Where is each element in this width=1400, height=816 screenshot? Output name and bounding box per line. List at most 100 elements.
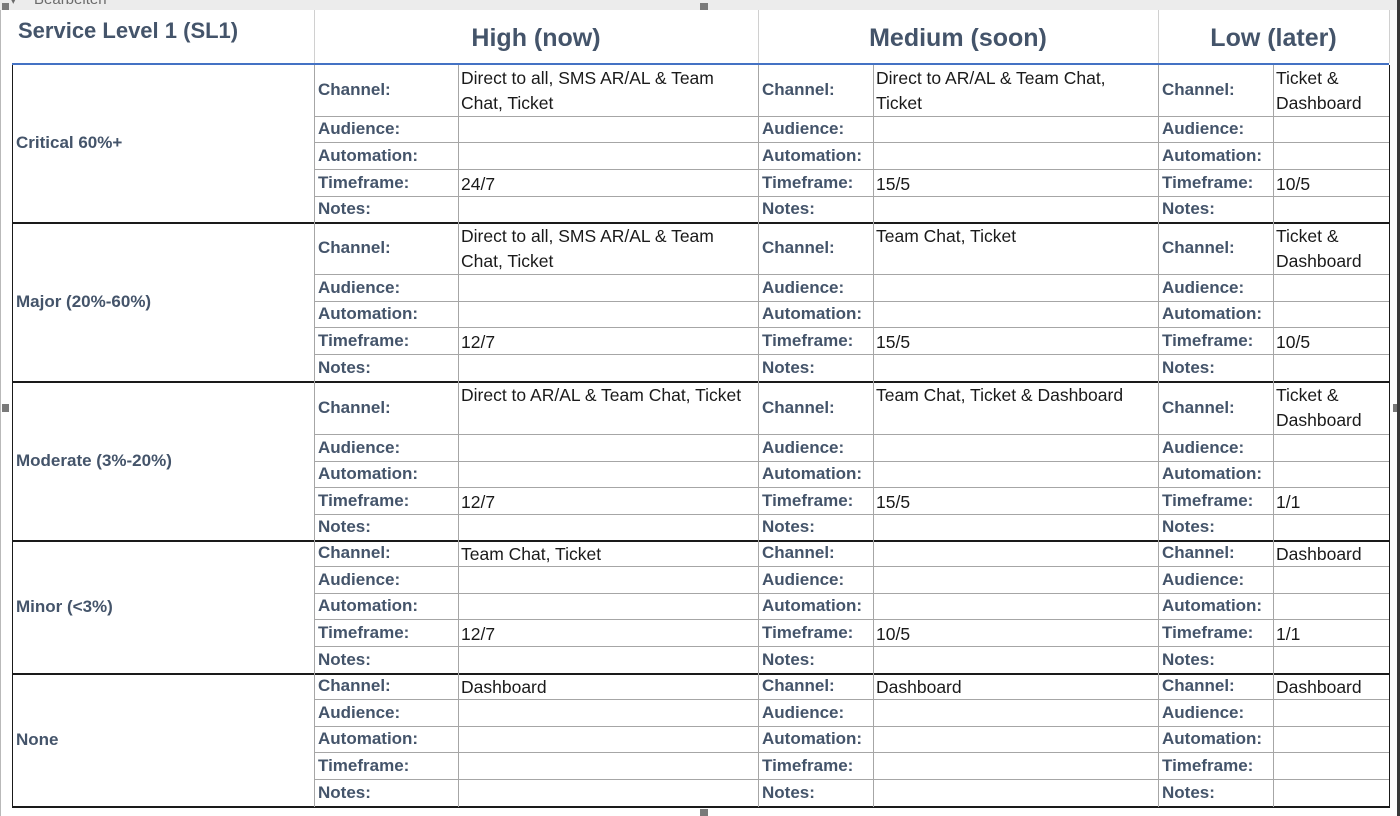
column-header-medium: Medium (soon) bbox=[869, 24, 1047, 52]
field-label-timeframe: Timeframe: bbox=[318, 490, 410, 510]
row-gridline bbox=[314, 646, 1390, 647]
field-label-channel: Channel: bbox=[762, 238, 835, 257]
field-label-notes: Notes: bbox=[1162, 517, 1215, 536]
field-label-channel: Channel: bbox=[318, 676, 391, 695]
field-label-automation: Automation: bbox=[762, 145, 863, 165]
field-label-audience: Audience: bbox=[318, 437, 401, 457]
field-label-notes: Notes: bbox=[318, 649, 371, 669]
cell-low-channel[interactable]: Ticket & Dashboard bbox=[1276, 383, 1386, 433]
resize-handle-corner-tl[interactable] bbox=[2, 3, 9, 10]
cell-high-timeframe[interactable]: 24/7 bbox=[461, 172, 755, 197]
cell-high-channel[interactable]: Dashboard bbox=[461, 675, 755, 700]
cell-high-channel[interactable]: Direct to all, SMS AR/AL & Team Chat, Ti… bbox=[461, 66, 755, 116]
field-label-automation: Automation: bbox=[1162, 596, 1263, 615]
row-gridline bbox=[314, 779, 1390, 780]
field-label-audience: Audience: bbox=[1162, 437, 1245, 457]
cell-high-channel[interactable]: Direct to all, SMS AR/AL & Team Chat, Ti… bbox=[461, 224, 755, 274]
cell-medium-channel[interactable]: Direct to AR/AL & Team Chat, Ticket bbox=[876, 66, 1155, 116]
cell-low-timeframe[interactable]: 10/5 bbox=[1276, 172, 1386, 197]
cell-medium-timeframe[interactable]: 15/5 bbox=[876, 172, 1155, 197]
field-label-audience: Audience: bbox=[1162, 702, 1245, 722]
row-gridline bbox=[314, 196, 1390, 197]
row-gridline bbox=[314, 169, 1390, 170]
field-label-automation: Automation: bbox=[1162, 304, 1263, 323]
row-gridline bbox=[314, 619, 1390, 620]
column-header-high: High (now) bbox=[471, 24, 601, 52]
cell-low-channel[interactable]: Dashboard bbox=[1276, 542, 1386, 567]
resize-handle-left[interactable] bbox=[2, 404, 9, 412]
field-label-automation: Automation: bbox=[762, 304, 863, 323]
field-label-notes: Notes: bbox=[762, 649, 815, 669]
cell-high-channel[interactable]: Direct to AR/AL & Team Chat, Ticket bbox=[461, 383, 755, 408]
cell-high-timeframe[interactable]: 12/7 bbox=[461, 490, 755, 515]
header-row: Service Level 1 (SL1) High (now) Medium … bbox=[12, 10, 1390, 63]
cell-medium-timeframe[interactable]: 15/5 bbox=[876, 490, 1155, 515]
row-gridline bbox=[314, 752, 1390, 753]
cell-low-timeframe[interactable]: 10/5 bbox=[1276, 330, 1386, 355]
cell-medium-channel[interactable]: Team Chat, Ticket & Dashboard bbox=[876, 383, 1155, 408]
field-label-timeframe: Timeframe: bbox=[762, 622, 854, 642]
field-label-timeframe: Timeframe: bbox=[318, 172, 410, 192]
resize-handle-bottom[interactable] bbox=[700, 809, 708, 816]
resize-handle-top[interactable] bbox=[700, 3, 708, 10]
field-label-channel: Channel: bbox=[318, 543, 391, 562]
field-label-automation: Automation: bbox=[318, 464, 419, 483]
field-label-channel: Channel: bbox=[762, 80, 835, 99]
column-gridline bbox=[12, 65, 13, 807]
row-gridline bbox=[314, 327, 1390, 328]
field-label-audience: Audience: bbox=[762, 702, 845, 722]
row-gridline bbox=[314, 434, 1390, 435]
field-label-notes: Notes: bbox=[1162, 649, 1215, 669]
column-gridline bbox=[1158, 65, 1159, 807]
field-label-audience: Audience: bbox=[1162, 277, 1245, 297]
row-gridline bbox=[314, 274, 1390, 275]
field-label-timeframe: Timeframe: bbox=[762, 172, 854, 192]
field-label-notes: Notes: bbox=[1162, 782, 1215, 802]
field-label-notes: Notes: bbox=[1162, 357, 1215, 377]
field-label-channel: Channel: bbox=[318, 397, 391, 417]
field-label-audience: Audience: bbox=[318, 277, 401, 297]
field-label-automation: Automation: bbox=[318, 729, 419, 748]
field-label-channel: Channel: bbox=[762, 543, 835, 562]
cell-medium-timeframe[interactable]: 15/5 bbox=[876, 330, 1155, 355]
field-label-automation: Automation: bbox=[1162, 729, 1263, 748]
cell-low-channel[interactable]: Ticket & Dashboard bbox=[1276, 66, 1386, 116]
column-gridline bbox=[458, 65, 459, 807]
window-title: Bearbeiten bbox=[34, 0, 107, 8]
cell-medium-timeframe[interactable]: 10/5 bbox=[876, 622, 1155, 647]
row-gridline bbox=[314, 593, 1390, 594]
field-label-timeframe: Timeframe: bbox=[762, 330, 854, 350]
field-label-timeframe: Timeframe: bbox=[762, 755, 854, 775]
row-gridline bbox=[314, 726, 1390, 727]
service-level-grid: Critical 60%+ Channel: Direct to all, SMS … bbox=[12, 65, 1390, 808]
cell-low-channel[interactable]: Ticket & Dashboard bbox=[1276, 224, 1386, 274]
cell-medium-channel[interactable]: Team Chat, Ticket bbox=[876, 224, 1155, 249]
row-gridline bbox=[314, 514, 1390, 515]
cell-low-timeframe[interactable]: 1/1 bbox=[1276, 490, 1386, 515]
spreadsheet-window: ▾ Bearbeiten Service Level 1 (SL1) High … bbox=[0, 0, 1400, 816]
field-label-automation: Automation: bbox=[1162, 145, 1263, 165]
cell-medium-channel[interactable]: Dashboard bbox=[876, 675, 1155, 700]
cell-high-channel[interactable]: Team Chat, Ticket bbox=[461, 542, 755, 567]
cell-high-timeframe[interactable]: 12/7 bbox=[461, 330, 755, 355]
row-gridline bbox=[314, 566, 1390, 567]
cell-low-channel[interactable]: Dashboard bbox=[1276, 675, 1386, 700]
field-label-notes: Notes: bbox=[318, 517, 371, 536]
field-label-notes: Notes: bbox=[318, 357, 371, 377]
field-label-channel: Channel: bbox=[318, 80, 391, 99]
sheet-title: Service Level 1 (SL1) bbox=[18, 18, 239, 43]
field-label-channel: Channel: bbox=[1162, 676, 1235, 695]
resize-handle-right[interactable] bbox=[1393, 404, 1397, 412]
cell-low-timeframe[interactable]: 1/1 bbox=[1276, 622, 1386, 647]
column-header-low: Low (later) bbox=[1210, 24, 1337, 52]
group-divider bbox=[12, 806, 1390, 808]
field-label-timeframe: Timeframe: bbox=[1162, 490, 1254, 510]
field-label-timeframe: Timeframe: bbox=[1162, 622, 1254, 642]
row-gridline bbox=[314, 142, 1390, 143]
row-gridline bbox=[314, 487, 1390, 488]
row-gridline bbox=[314, 301, 1390, 302]
row-gridline bbox=[314, 354, 1390, 355]
field-label-notes: Notes: bbox=[762, 199, 815, 218]
field-label-notes: Notes: bbox=[1162, 199, 1215, 218]
cell-high-timeframe[interactable]: 12/7 bbox=[461, 622, 755, 647]
